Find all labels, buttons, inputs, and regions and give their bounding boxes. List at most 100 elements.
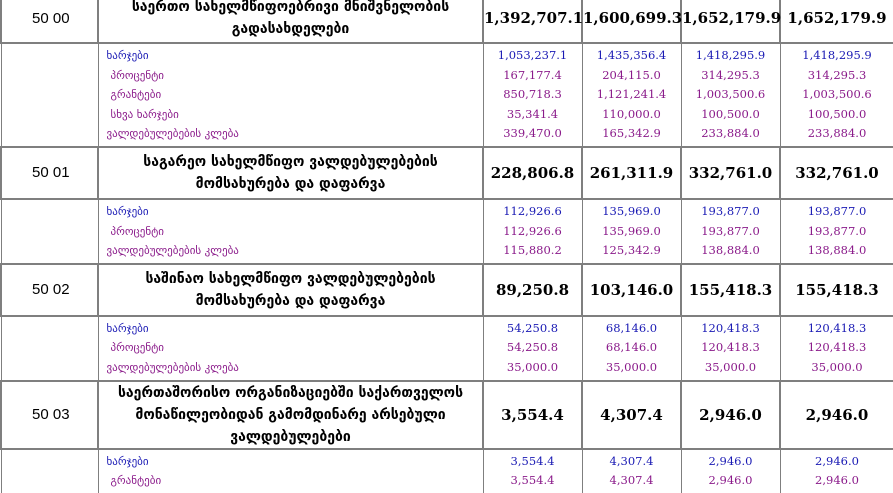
- sub-item-label: ვალდებულებების კლება: [99, 124, 483, 144]
- program-code: 50 01: [1, 147, 98, 199]
- sub-item-label: გრანტები: [99, 85, 483, 105]
- budget-main-row: 50 00საერთო სახელმწიფოებრივი მნიშვნელობი…: [1, 0, 893, 43]
- program-total-value: 1,392,707.1: [483, 0, 582, 43]
- sub-item-value: 35,341.4: [484, 105, 582, 125]
- sub-item-label: ვალდებულებების კლება: [99, 241, 483, 261]
- sub-item-value: 314,295.3: [781, 66, 893, 86]
- sub-value-cell: 193,877.0193,877.0138,884.0: [780, 199, 893, 264]
- sub-value-cell: 1,053,237.1167,177.4850,718.335,341.4339…: [483, 43, 582, 147]
- sub-value-cell: 2,946.02,946.0: [681, 449, 780, 493]
- sub-label-cell: ხარჯებიპროცენტიგრანტებისხვა ხარჯებივალდე…: [98, 43, 483, 147]
- sub-item-value: 135,969.0: [583, 222, 681, 242]
- program-title-line: საერთო სახელმწიფოებრივი მნიშვნელობის: [99, 0, 482, 18]
- sub-item-value: 110,000.0: [583, 105, 681, 125]
- sub-item-value: 193,877.0: [781, 202, 893, 222]
- budget-main-row: 50 03საერთაშორისო ორგანიზაციებში საქართვ…: [1, 381, 893, 449]
- sub-item-value: 35,000.0: [583, 358, 681, 378]
- program-title-line: საგარეო სახელმწიფო ვალდებულებების: [99, 151, 482, 173]
- sub-item-value: 120,418.3: [682, 319, 780, 339]
- program-total-value: 261,311.9: [582, 147, 681, 199]
- sub-item-value: 125,342.9: [583, 241, 681, 261]
- budget-sub-block: ხარჯებიგრანტები3,554.43,554.44,307.44,30…: [1, 449, 893, 493]
- sub-item-value: 35,000.0: [682, 358, 780, 378]
- sub-value-cell: 1,418,295.9314,295.31,003,500.6100,500.0…: [780, 43, 893, 147]
- sub-item-value: 1,053,237.1: [484, 46, 582, 66]
- sub-item-value: 4,307.4: [583, 471, 681, 491]
- program-total-value: 1,600,699.3: [582, 0, 681, 43]
- sub-item-value: 112,926.6: [484, 202, 582, 222]
- sub-item-value: 3,554.4: [484, 471, 582, 491]
- program-total-value: 1,652,179.9: [681, 0, 780, 43]
- sub-item-value: 1,418,295.9: [682, 46, 780, 66]
- program-total-value: 4,307.4: [582, 381, 681, 449]
- sub-item-label: ხარჯები: [99, 46, 483, 66]
- sub-item-value: 138,884.0: [682, 241, 780, 261]
- sub-item-value: 100,500.0: [781, 105, 893, 125]
- sub-label-cell: ხარჯებიპროცენტივალდებულებების კლება: [98, 199, 483, 264]
- sub-item-value: 204,115.0: [583, 66, 681, 86]
- sub-code-cell: [1, 316, 98, 381]
- sub-label-cell: ხარჯებიპროცენტივალდებულებების კლება: [98, 316, 483, 381]
- budget-main-row: 50 02საშინაო სახელმწიფო ვალდებულებებისმო…: [1, 264, 893, 316]
- program-total-value: 155,418.3: [780, 264, 893, 316]
- sub-code-cell: [1, 449, 98, 493]
- budget-main-row: 50 01საგარეო სახელმწიფო ვალდებულებებისმო…: [1, 147, 893, 199]
- program-total-value: 332,761.0: [780, 147, 893, 199]
- program-title-line: ვალდებულებები: [99, 426, 482, 448]
- sub-item-value: 54,250.8: [484, 338, 582, 358]
- budget-table: 50 00საერთო სახელმწიფოებრივი მნიშვნელობი…: [0, 0, 893, 493]
- sub-item-value: 193,877.0: [682, 202, 780, 222]
- sub-item-value: 2,946.0: [781, 452, 893, 472]
- sub-value-cell: 3,554.43,554.4: [483, 449, 582, 493]
- program-total-value: 3,554.4: [483, 381, 582, 449]
- sub-code-cell: [1, 43, 98, 147]
- program-title-line: მომსახურება და დაფარვა: [99, 173, 482, 195]
- sub-item-value: 2,946.0: [682, 452, 780, 472]
- budget-sub-block: ხარჯებიპროცენტივალდებულებების კლება54,25…: [1, 316, 893, 381]
- sub-item-label: პროცენტი: [99, 338, 483, 358]
- sub-item-value: 120,418.3: [682, 338, 780, 358]
- sub-item-value: 138,884.0: [781, 241, 893, 261]
- program-total-value: 228,806.8: [483, 147, 582, 199]
- sub-value-cell: 4,307.44,307.4: [582, 449, 681, 493]
- sub-item-value: 314,295.3: [682, 66, 780, 86]
- budget-table-body: 50 00საერთო სახელმწიფოებრივი მნიშვნელობი…: [1, 0, 893, 493]
- sub-item-value: 2,946.0: [781, 471, 893, 491]
- sub-item-value: 112,926.6: [484, 222, 582, 242]
- program-total-value: 103,146.0: [582, 264, 681, 316]
- sub-item-value: 120,418.3: [781, 338, 893, 358]
- sub-item-value: 135,969.0: [583, 202, 681, 222]
- sub-item-label: პროცენტი: [99, 66, 483, 86]
- sub-value-cell: 120,418.3120,418.335,000.0: [780, 316, 893, 381]
- sub-item-value: 339,470.0: [484, 124, 582, 144]
- program-total-value: 89,250.8: [483, 264, 582, 316]
- sub-item-value: 165,342.9: [583, 124, 681, 144]
- sub-item-value: 120,418.3: [781, 319, 893, 339]
- sub-value-cell: 120,418.3120,418.335,000.0: [681, 316, 780, 381]
- sub-item-value: 1,121,241.4: [583, 85, 681, 105]
- sub-value-cell: 193,877.0193,877.0138,884.0: [681, 199, 780, 264]
- sub-item-value: 54,250.8: [484, 319, 582, 339]
- program-title: საშინაო სახელმწიფო ვალდებულებებისმომსახუ…: [98, 264, 483, 316]
- program-title: საერთო სახელმწიფოებრივი მნიშვნელობისგადა…: [98, 0, 483, 43]
- sub-item-value: 193,877.0: [682, 222, 780, 242]
- program-title-line: გადასახდელები: [99, 18, 482, 40]
- sub-item-label: პროცენტი: [99, 222, 483, 242]
- sub-value-cell: 54,250.854,250.835,000.0: [483, 316, 582, 381]
- sub-item-value: 1,003,500.6: [781, 85, 893, 105]
- sub-item-label: სხვა ხარჯები: [99, 105, 483, 125]
- program-title-line: მონაწილეობიდან გამომდინარე არსებული: [99, 404, 482, 426]
- sub-item-value: 167,177.4: [484, 66, 582, 86]
- sub-item-value: 193,877.0: [781, 222, 893, 242]
- sub-label-cell: ხარჯებიგრანტები: [98, 449, 483, 493]
- sub-item-value: 100,500.0: [682, 105, 780, 125]
- sub-item-label: ხარჯები: [99, 319, 483, 339]
- sub-item-value: 2,946.0: [682, 471, 780, 491]
- sub-item-value: 115,880.2: [484, 241, 582, 261]
- budget-sub-block: ხარჯებიპროცენტიგრანტებისხვა ხარჯებივალდე…: [1, 43, 893, 147]
- budget-sub-block: ხარჯებიპროცენტივალდებულებების კლება112,9…: [1, 199, 893, 264]
- program-code: 50 02: [1, 264, 98, 316]
- program-code: 50 00: [1, 0, 98, 43]
- program-title: საერთაშორისო ორგანიზაციებში საქართველოსმ…: [98, 381, 483, 449]
- sub-value-cell: 2,946.02,946.0: [780, 449, 893, 493]
